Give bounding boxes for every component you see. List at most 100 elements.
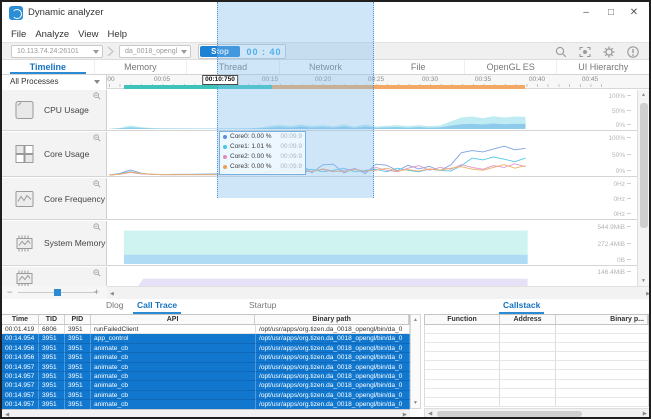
table-row[interactable]: 00:14.95739513951animate_cb/opt/usr/apps… bbox=[2, 372, 410, 381]
empty-row bbox=[425, 398, 648, 407]
series-dot-icon bbox=[223, 135, 227, 139]
scroll-left-icon[interactable]: ◀ bbox=[5, 412, 9, 418]
tooltip-label: Core1: 1.01 % bbox=[230, 143, 272, 150]
column-header-api[interactable]: API bbox=[91, 315, 256, 324]
table-row[interactable]: 00:14.95739513951animate_cb/opt/usr/apps… bbox=[2, 363, 410, 372]
table-row[interactable]: 00:14.95739513951animate_cb/opt/usr/apps… bbox=[2, 400, 410, 409]
table-cell: 3951 bbox=[65, 353, 91, 362]
tab-file[interactable]: File bbox=[372, 60, 465, 74]
table-row[interactable]: 00:14.95639513951animate_cb/opt/usr/apps… bbox=[2, 353, 410, 362]
screenshot-icon[interactable] bbox=[578, 45, 592, 59]
table-cell: 3951 bbox=[65, 325, 91, 334]
close-button[interactable]: ✕ bbox=[623, 4, 645, 21]
empty-cell bbox=[425, 389, 500, 397]
tab-callstack[interactable]: Callstack bbox=[499, 299, 544, 314]
table-cell: /opt/usr/apps/org.tizen.da_0018_opengl/b… bbox=[256, 344, 410, 353]
column-header-time[interactable]: Time bbox=[2, 315, 39, 324]
tab-dlog[interactable]: Dlog bbox=[102, 299, 127, 312]
scroll-left-icon[interactable]: ◀ bbox=[110, 291, 114, 297]
axis-label: 50% bbox=[586, 152, 631, 159]
zoom-in-icon[interactable] bbox=[93, 269, 101, 277]
call-trace-horizontal-scrollbar[interactable]: ◀ ▶ bbox=[2, 409, 410, 419]
scroll-right-icon[interactable]: ▶ bbox=[403, 412, 407, 418]
scroll-down-icon[interactable]: ▼ bbox=[641, 278, 646, 284]
scroll-up-icon[interactable]: ▲ bbox=[641, 92, 646, 98]
table-row[interactable]: 00:14.95739513951animate_cb/opt/usr/apps… bbox=[2, 381, 410, 390]
minimize-button[interactable]: – bbox=[575, 4, 597, 21]
column-header-pid[interactable]: PID bbox=[65, 315, 91, 324]
table-cell: animate_cb bbox=[91, 400, 256, 409]
tooltip-time: 00:09.9 bbox=[280, 142, 302, 152]
zoom-out-label[interactable]: − bbox=[7, 286, 12, 298]
time-tick: 00:35 bbox=[475, 76, 491, 83]
maximize-button[interactable]: □ bbox=[600, 4, 622, 21]
scroll-right-icon[interactable]: ▶ bbox=[646, 291, 650, 297]
tab-opengl-es[interactable]: OpenGL ES bbox=[465, 60, 558, 74]
zoom-in-label[interactable]: + bbox=[94, 286, 99, 298]
scrollbar-thumb[interactable] bbox=[437, 411, 582, 417]
application-select[interactable]: da_0018_opengl bbox=[119, 45, 191, 58]
zoom-in-icon[interactable] bbox=[93, 134, 101, 142]
time-tick: 00:05 bbox=[154, 76, 170, 83]
empty-cell bbox=[500, 361, 556, 369]
table-row[interactable]: 00:14.95739513951animate_cb/opt/usr/apps… bbox=[2, 391, 410, 400]
table-cell: 3951 bbox=[39, 363, 65, 372]
scroll-right-icon[interactable]: ▶ bbox=[643, 411, 647, 417]
table-cell: animate_cb bbox=[91, 372, 256, 381]
slider-handle[interactable] bbox=[54, 289, 61, 296]
chart-plot[interactable] bbox=[107, 221, 639, 265]
column-header-binary-path[interactable]: Binary path bbox=[255, 315, 409, 324]
empty-cell bbox=[500, 325, 556, 333]
empty-cell bbox=[425, 370, 500, 378]
table-cell: 00:14.956 bbox=[2, 344, 39, 353]
scrollbar-thumb[interactable] bbox=[640, 103, 648, 228]
chart-horizontal-scrollbar[interactable]: ◀ ▶ bbox=[107, 286, 651, 299]
scroll-up-icon[interactable]: ▲ bbox=[413, 317, 418, 323]
table-cell: 3951 bbox=[39, 381, 65, 390]
call-trace-header: TimeTIDPIDAPIBinary path bbox=[2, 314, 410, 325]
table-row[interactable]: 00:01.41968063951runFailedClient/opt/usr… bbox=[2, 325, 410, 334]
zoom-in-icon[interactable] bbox=[93, 223, 101, 231]
settings-icon[interactable] bbox=[602, 45, 616, 59]
column-header-tid[interactable]: TID bbox=[39, 315, 65, 324]
empty-cell bbox=[500, 389, 556, 397]
tab-ui-hierarchy[interactable]: UI Hierarchy bbox=[557, 60, 649, 74]
column-header-address[interactable]: Address bbox=[500, 315, 556, 324]
scroll-left-icon[interactable]: ◀ bbox=[428, 411, 432, 417]
column-header-binary-p-[interactable]: Binary p... bbox=[556, 315, 648, 324]
device-select[interactable]: 10.113.74.24:26101 bbox=[11, 45, 103, 58]
table-cell: 00:14.954 bbox=[2, 334, 39, 343]
tab-startup[interactable]: Startup bbox=[245, 299, 280, 312]
bottom-tab-bar: Dlog Call Trace Startup Callstack bbox=[2, 299, 649, 314]
table-row[interactable]: 00:14.95439513951app_control/opt/usr/app… bbox=[2, 334, 410, 343]
table-cell: /opt/usr/apps/org.tizen.da_0018_opengl/b… bbox=[256, 334, 410, 343]
column-header-function[interactable]: Function bbox=[425, 315, 500, 324]
table-cell: 00:14.957 bbox=[2, 381, 39, 390]
scroll-down-icon[interactable]: ▼ bbox=[413, 400, 418, 406]
table-row[interactable]: 00:14.95639513951animate_cb/opt/usr/apps… bbox=[2, 344, 410, 353]
tab-timeline[interactable]: Timeline bbox=[2, 60, 95, 74]
table-cell: 3951 bbox=[39, 400, 65, 409]
table-cell: 00:14.957 bbox=[2, 400, 39, 409]
axis-label: 0% bbox=[586, 122, 631, 129]
chart-vertical-scrollbar[interactable]: ▲ ▼ bbox=[637, 90, 649, 286]
search-icon[interactable] bbox=[554, 45, 568, 59]
empty-cell bbox=[500, 334, 556, 342]
empty-cell bbox=[500, 343, 556, 351]
about-icon[interactable] bbox=[626, 45, 640, 59]
process-filter-select[interactable]: All Processes bbox=[2, 75, 107, 89]
timeline-zoom-slider[interactable]: − + bbox=[2, 286, 107, 299]
app-icon bbox=[9, 6, 23, 20]
zoom-in-icon[interactable] bbox=[93, 180, 101, 188]
call-trace-vertical-scrollbar[interactable]: ▲ ▼ bbox=[410, 314, 421, 409]
tooltip-label: Core2: 0.00 % bbox=[230, 153, 272, 160]
callstack-rows bbox=[424, 325, 649, 407]
empty-cell bbox=[500, 380, 556, 388]
tab-memory[interactable]: Memory bbox=[95, 60, 188, 74]
zoom-in-icon[interactable] bbox=[93, 92, 101, 100]
table-cell: 00:14.956 bbox=[2, 353, 39, 362]
chevron-down-icon bbox=[181, 50, 187, 54]
callstack-horizontal-scrollbar[interactable]: ◀ ▶ bbox=[424, 408, 651, 419]
tab-call-trace[interactable]: Call Trace bbox=[133, 299, 181, 314]
time-marker[interactable]: 00:10:750 bbox=[202, 75, 238, 85]
